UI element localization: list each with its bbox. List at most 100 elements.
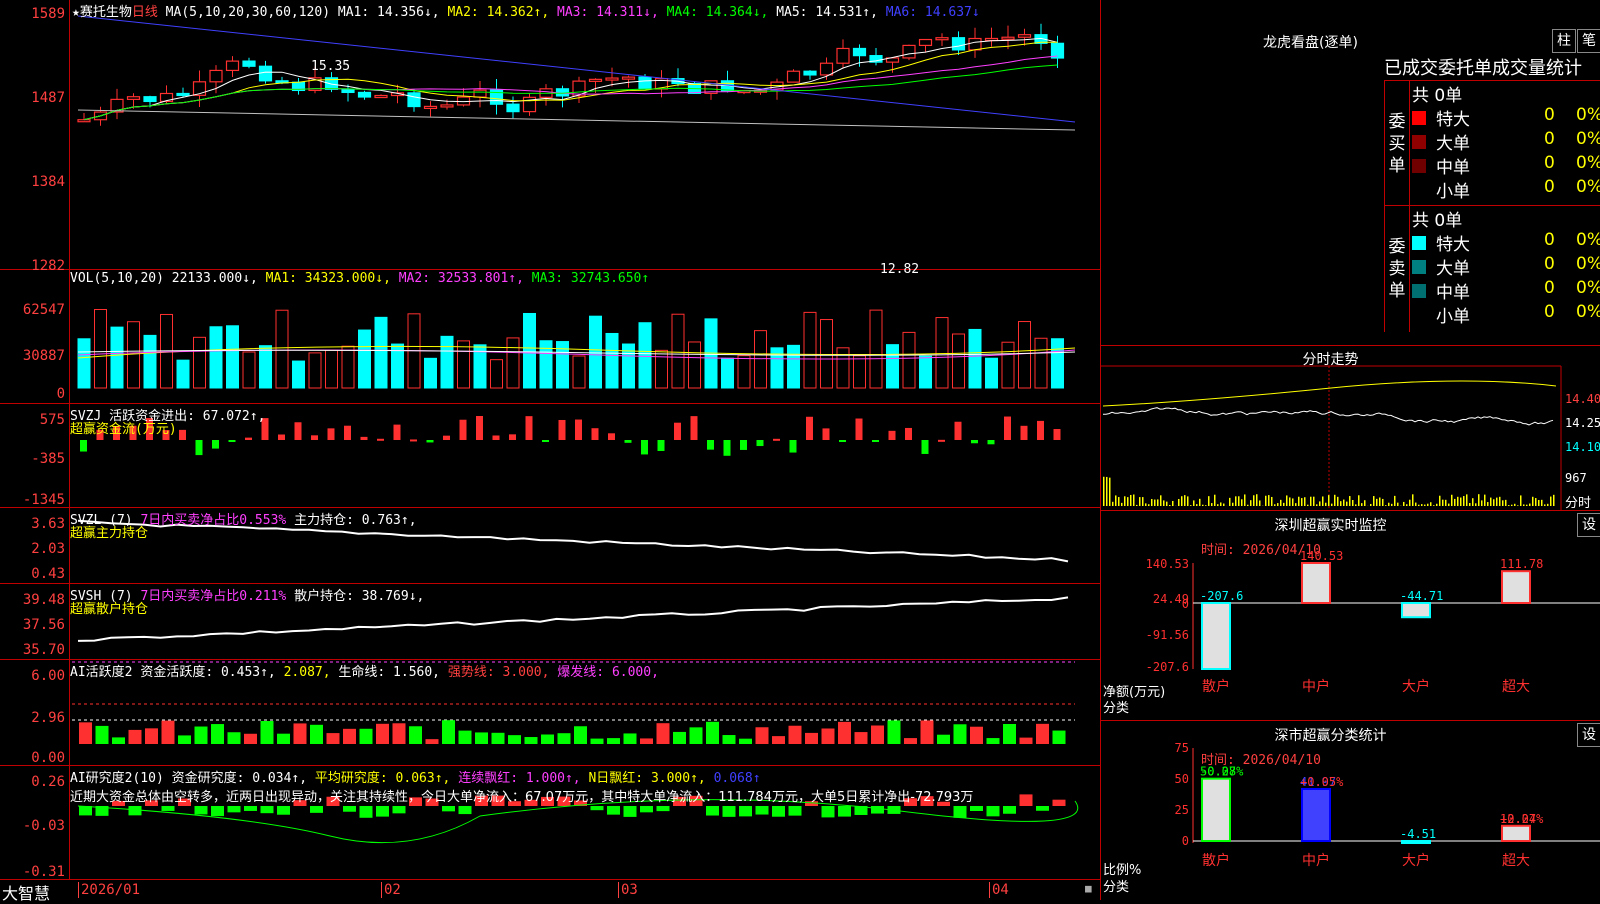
flow-bar: [839, 440, 846, 442]
intraday-vol-bar: [1439, 496, 1441, 506]
flow-bar: [509, 434, 516, 440]
intraday-vol-bar: [1553, 495, 1555, 506]
buy-total: 共 0单: [1412, 81, 1462, 106]
activity-bar: [541, 734, 554, 744]
intraday-vol-bar: [1280, 500, 1282, 506]
activity-bar: [343, 729, 356, 744]
research-bar: [277, 806, 290, 815]
flow-bar: [889, 431, 896, 440]
candle-body: [903, 45, 915, 58]
svzj-panel[interactable]: 575 -385 -1345 SVZJ 活跃资金进出: 67.072↑, 超赢资…: [0, 404, 1100, 508]
volume-bar: [326, 350, 338, 388]
intraday-vol-bar: [1178, 499, 1180, 506]
research-bar: [723, 806, 736, 817]
intraday-vol-bar: [1301, 498, 1303, 506]
intraday-vol-bar: [1523, 504, 1525, 506]
intraday-vol-bar: [1352, 500, 1354, 506]
intraday-vol-bar: [1334, 495, 1336, 506]
flow-bar: [542, 440, 549, 442]
flow-bar: [674, 423, 681, 440]
dragon-tiger-panel: 龙虎看盘(逐单) 柱 笔 已成交委托单成交量统计 委买单 共 0单 特大00%大…: [1100, 0, 1600, 345]
order-count: 0: [1544, 129, 1555, 149]
intraday-vol-bar: [1130, 495, 1132, 506]
volume-bar: [128, 322, 140, 388]
candle-body: [1019, 35, 1031, 38]
research-bar: [228, 806, 241, 812]
activity-bar: [376, 724, 389, 744]
bar-category-label: 中户: [1302, 852, 1330, 869]
bar-y-label: 50: [1175, 772, 1189, 786]
vol-title: VOL(5,10,20): [70, 271, 164, 286]
volume-bar: [177, 360, 189, 388]
volume-panel[interactable]: 62547 30887 0 VOL(5,10,20) 22133.000↓, M…: [0, 270, 1100, 404]
svzj-sub: 超赢资金流(万元): [70, 418, 177, 437]
flow-bar: [971, 440, 978, 443]
order-row: 中单00%: [1410, 278, 1600, 302]
intraday-vol-bar: [1433, 505, 1435, 506]
flow-bar: [377, 439, 384, 441]
bar-category-label: 超大: [1502, 853, 1530, 869]
volume-bar: [210, 327, 222, 388]
volume-bar: [1052, 339, 1064, 388]
ai-active-panel[interactable]: 6.00 2.96 0.00 AI活跃度2 资金活跃度: 0.453↑, 2.0…: [0, 660, 1100, 766]
activity-bar: [607, 738, 620, 744]
volume-chart[interactable]: [0, 270, 1100, 404]
volume-bar: [441, 336, 453, 388]
intraday-vol-bar: [1385, 505, 1387, 506]
intraday-vol-bar: [1325, 503, 1327, 506]
app-logo[interactable]: 大智慧: [2, 880, 50, 904]
sz-class-chart[interactable]: 755025050.27散户-0.08%41.97中户+0.05%-4.51大户…: [1101, 721, 1600, 901]
flow-bar: [1021, 426, 1028, 440]
order-row: 特大00%: [1410, 105, 1600, 129]
intraday-chart[interactable]: [1101, 346, 1600, 511]
order-count: 0: [1544, 153, 1555, 173]
bar-view-button[interactable]: 柱: [1552, 29, 1576, 53]
volume-bar: [656, 350, 668, 388]
bar-change-label: -0.08%: [1200, 765, 1244, 779]
stock-name[interactable]: ★赛托生物: [72, 5, 132, 20]
ai-research-panel[interactable]: 0.26 -0.03 -0.31 AI研究度2(10) 资金研究度: 0.034…: [0, 766, 1100, 880]
intraday-vol-bar: [1142, 497, 1144, 506]
activity-bar: [79, 722, 92, 744]
dragon-tab-strip[interactable]: 已成交委托单成交量统计: [1384, 54, 1582, 80]
flow-bar: [1037, 421, 1044, 440]
intraday-vol-bar: [1349, 496, 1351, 506]
period-label[interactable]: 日线: [132, 5, 158, 20]
lock-icon[interactable]: ■: [1085, 882, 1092, 895]
research-bar: [591, 806, 604, 810]
intraday-vol-bar: [1151, 499, 1153, 506]
order-percent: 0%: [1576, 278, 1600, 298]
volume-bar: [425, 358, 437, 388]
intraday-vol-bar: [1406, 504, 1408, 506]
flow-bar: [823, 428, 830, 440]
intraday-panel[interactable]: 分时走势 14.40 14.25 14.10 967 分时: [1100, 345, 1600, 510]
price-panel[interactable]: 1589 1487 1384 1282 ★赛托生物日线 MA(5,10,20,3…: [0, 0, 1100, 270]
svsh-panel[interactable]: 39.48 37.56 35.70 SVSH (7) 7日内买卖净占比0.211…: [0, 584, 1100, 660]
flow-bar: [410, 439, 417, 441]
activity-bar: [937, 735, 950, 744]
ai-research-c: 连续飘红: 1.000↑,: [458, 771, 580, 786]
candlestick-chart[interactable]: [0, 0, 1100, 270]
bar-change-label: +0.04%: [1500, 812, 1544, 826]
candle-body: [854, 48, 866, 55]
order-count: 0: [1544, 302, 1555, 322]
research-bar: [640, 806, 653, 812]
color-swatch: [1412, 308, 1426, 322]
sz-monitor-chart[interactable]: 140.5324.490-91.56-207.6-207.6散户140.53中户…: [1101, 511, 1600, 721]
activity-bar: [244, 734, 257, 744]
volume-bar: [359, 330, 371, 388]
candle-body: [507, 104, 519, 111]
order-count: 0: [1544, 105, 1555, 125]
intraday-price-3: 14.10: [1565, 440, 1600, 454]
ma1-value: MA1: 14.356↓,: [338, 5, 440, 20]
candle-body: [969, 39, 981, 50]
volume-bar: [969, 329, 981, 388]
flow-bar: [575, 420, 582, 440]
sz-monitor-panel: 深圳超赢实时监控 设 时间: 2026/04/10 140.5324.490-9…: [1100, 510, 1600, 720]
tick-view-button[interactable]: 笔: [1577, 29, 1600, 53]
svzl-panel[interactable]: 3.63 2.03 0.43 SVZL (7) 7日内买卖净占比0.553% 主…: [0, 508, 1100, 584]
intraday-vol-bar: [1337, 497, 1339, 506]
intraday-vol-bar: [1535, 498, 1537, 506]
volume-bar: [986, 358, 998, 388]
intraday-vol-bar: [1109, 478, 1111, 506]
